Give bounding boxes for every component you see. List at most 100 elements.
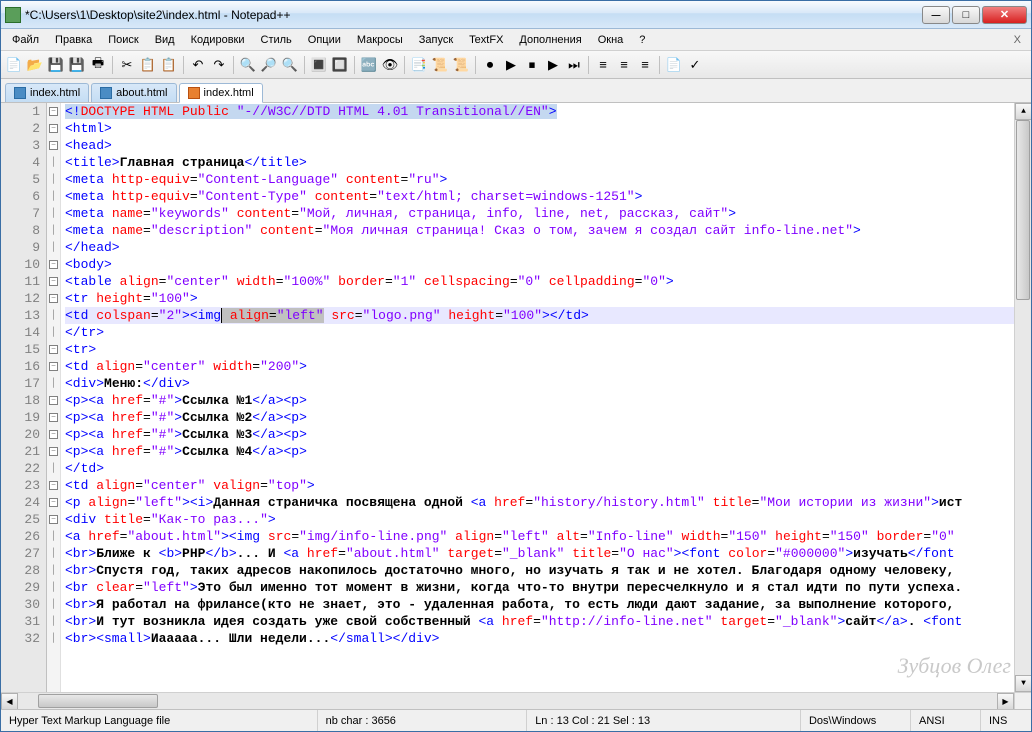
maximize-button[interactable]: [952, 6, 980, 24]
code-line[interactable]: <p><a href="#">Ссылка №4</a><p>: [65, 443, 1031, 460]
scroll-down-button[interactable]: ▼: [1015, 675, 1031, 692]
fold-marker[interactable]: │: [47, 324, 60, 341]
fold-marker[interactable]: │: [47, 460, 60, 477]
scroll-up-button[interactable]: ▲: [1015, 103, 1031, 120]
fold-marker[interactable]: −: [47, 358, 60, 375]
fold-marker[interactable]: −: [47, 511, 60, 528]
toolbar-button[interactable]: 📂: [26, 56, 44, 74]
code-line[interactable]: <a href="about.html"><img src="img/info-…: [65, 528, 1031, 545]
close-button[interactable]: [982, 6, 1027, 24]
toolbar-button[interactable]: 📋: [139, 56, 157, 74]
code-line[interactable]: <meta name="keywords" content="Мой, личн…: [65, 205, 1031, 222]
menu-стиль[interactable]: Стиль: [254, 32, 299, 48]
code-line[interactable]: <p><a href="#">Ссылка №3</a><p>: [65, 426, 1031, 443]
scroll-track-v[interactable]: [1015, 120, 1031, 675]
fold-marker[interactable]: −: [47, 341, 60, 358]
menu-запуск[interactable]: Запуск: [412, 32, 460, 48]
fold-marker[interactable]: −: [47, 290, 60, 307]
code-line[interactable]: <meta name="description" content="Моя ли…: [65, 222, 1031, 239]
toolbar-button[interactable]: ✓: [686, 56, 704, 74]
menu-файл[interactable]: Файл: [5, 32, 46, 48]
horizontal-scrollbar[interactable]: ◀ ▶: [1, 692, 1031, 709]
fold-marker[interactable]: −: [47, 443, 60, 460]
toolbar-button[interactable]: 💾: [47, 56, 65, 74]
fold-marker[interactable]: │: [47, 307, 60, 324]
toolbar-button[interactable]: 🔎: [260, 56, 278, 74]
scroll-thumb-v[interactable]: [1016, 120, 1030, 300]
code-line[interactable]: <div title="Как-то раз...">: [65, 511, 1031, 528]
toolbar-button[interactable]: ≡: [615, 56, 633, 74]
titlebar[interactable]: *C:\Users\1\Desktop\site2\index.html - N…: [1, 1, 1031, 29]
code-line[interactable]: <!DOCTYPE HTML Public "-//W3C//DTD HTML …: [65, 103, 1031, 120]
menu-дополнения[interactable]: Дополнения: [512, 32, 588, 48]
code-line[interactable]: </tr>: [65, 324, 1031, 341]
tab-index-html[interactable]: index.html: [5, 83, 89, 102]
menu-кодировки[interactable]: Кодировки: [184, 32, 252, 48]
code-line[interactable]: <meta http-equiv="Content-Type" content=…: [65, 188, 1031, 205]
code-line[interactable]: <td align="center" valign="top">: [65, 477, 1031, 494]
fold-marker[interactable]: │: [47, 222, 60, 239]
toolbar-button[interactable]: 📜: [431, 56, 449, 74]
code-line[interactable]: <p><a href="#">Ссылка №2</a><p>: [65, 409, 1031, 426]
menu-close-x[interactable]: X: [1008, 34, 1027, 46]
code-line[interactable]: <br>Я работал на фрилансе(кто не знает, …: [65, 596, 1031, 613]
minimize-button[interactable]: [922, 6, 950, 24]
fold-marker[interactable]: │: [47, 154, 60, 171]
fold-marker[interactable]: │: [47, 239, 60, 256]
fold-marker[interactable]: │: [47, 528, 60, 545]
toolbar-button[interactable]: ⏹: [523, 56, 541, 74]
menu-поиск[interactable]: Поиск: [101, 32, 145, 48]
toolbar-button[interactable]: 🔲: [331, 56, 349, 74]
code-line[interactable]: </td>: [65, 460, 1031, 477]
code-line[interactable]: <p align="left"><i>Данная страничка посв…: [65, 494, 1031, 511]
vertical-scrollbar[interactable]: ▲ ▼: [1014, 103, 1031, 692]
code-line[interactable]: <td colspan="2"><img align="left" src="l…: [65, 307, 1031, 324]
tab-about-html[interactable]: about.html: [91, 83, 176, 102]
toolbar-button[interactable]: ✂: [118, 56, 136, 74]
toolbar-button[interactable]: ▶: [502, 56, 520, 74]
toolbar-button[interactable]: ▶: [544, 56, 562, 74]
toolbar-button[interactable]: 👁: [381, 56, 399, 74]
fold-marker[interactable]: −: [47, 256, 60, 273]
toolbar-button[interactable]: ⏭: [565, 56, 583, 74]
fold-marker[interactable]: −: [47, 426, 60, 443]
code-line[interactable]: <head>: [65, 137, 1031, 154]
code-line[interactable]: <tr>: [65, 341, 1031, 358]
fold-marker[interactable]: −: [47, 477, 60, 494]
toolbar-button[interactable]: ≡: [636, 56, 654, 74]
toolbar-button[interactable]: 📜: [452, 56, 470, 74]
fold-marker[interactable]: │: [47, 579, 60, 596]
toolbar-button[interactable]: 📑: [410, 56, 428, 74]
code-line[interactable]: <table align="center" width="100%" borde…: [65, 273, 1031, 290]
toolbar-button[interactable]: ↷: [210, 56, 228, 74]
code-line[interactable]: </head>: [65, 239, 1031, 256]
code-line[interactable]: <br>Спустя год, таких адресов накопилось…: [65, 562, 1031, 579]
toolbar-button[interactable]: ⏺: [481, 56, 499, 74]
code-line[interactable]: <meta http-equiv="Content-Language" cont…: [65, 171, 1031, 188]
code-line[interactable]: <br><small>Иааааа... Шли недели...</smal…: [65, 630, 1031, 647]
fold-marker[interactable]: −: [47, 137, 60, 154]
code-line[interactable]: <div>Меню:</div>: [65, 375, 1031, 392]
toolbar-button[interactable]: 🔳: [310, 56, 328, 74]
code-line[interactable]: <br>Ближе к <b>PHP</b>... И <a href="abo…: [65, 545, 1031, 562]
toolbar-button[interactable]: 📄: [665, 56, 683, 74]
fold-marker[interactable]: │: [47, 375, 60, 392]
toolbar-button[interactable]: 🖶: [89, 56, 107, 74]
toolbar-button[interactable]: ↶: [189, 56, 207, 74]
menu-вид[interactable]: Вид: [148, 32, 182, 48]
code-line[interactable]: <tr height="100">: [65, 290, 1031, 307]
toolbar-button[interactable]: 🔍: [239, 56, 257, 74]
code-line[interactable]: <br clear="left">Это был именно тот моме…: [65, 579, 1031, 596]
menu-?[interactable]: ?: [632, 32, 652, 48]
fold-marker[interactable]: −: [47, 409, 60, 426]
menu-опции[interactable]: Опции: [301, 32, 348, 48]
scroll-track-h[interactable]: [18, 693, 997, 709]
code-area[interactable]: <!DOCTYPE HTML Public "-//W3C//DTD HTML …: [61, 103, 1031, 692]
fold-marker[interactable]: −: [47, 273, 60, 290]
toolbar-button[interactable]: 🔤: [360, 56, 378, 74]
fold-marker[interactable]: │: [47, 630, 60, 647]
fold-marker[interactable]: │: [47, 171, 60, 188]
code-line[interactable]: <td align="center" width="200">: [65, 358, 1031, 375]
menu-окна[interactable]: Окна: [591, 32, 631, 48]
menu-textfx[interactable]: TextFX: [462, 32, 510, 48]
